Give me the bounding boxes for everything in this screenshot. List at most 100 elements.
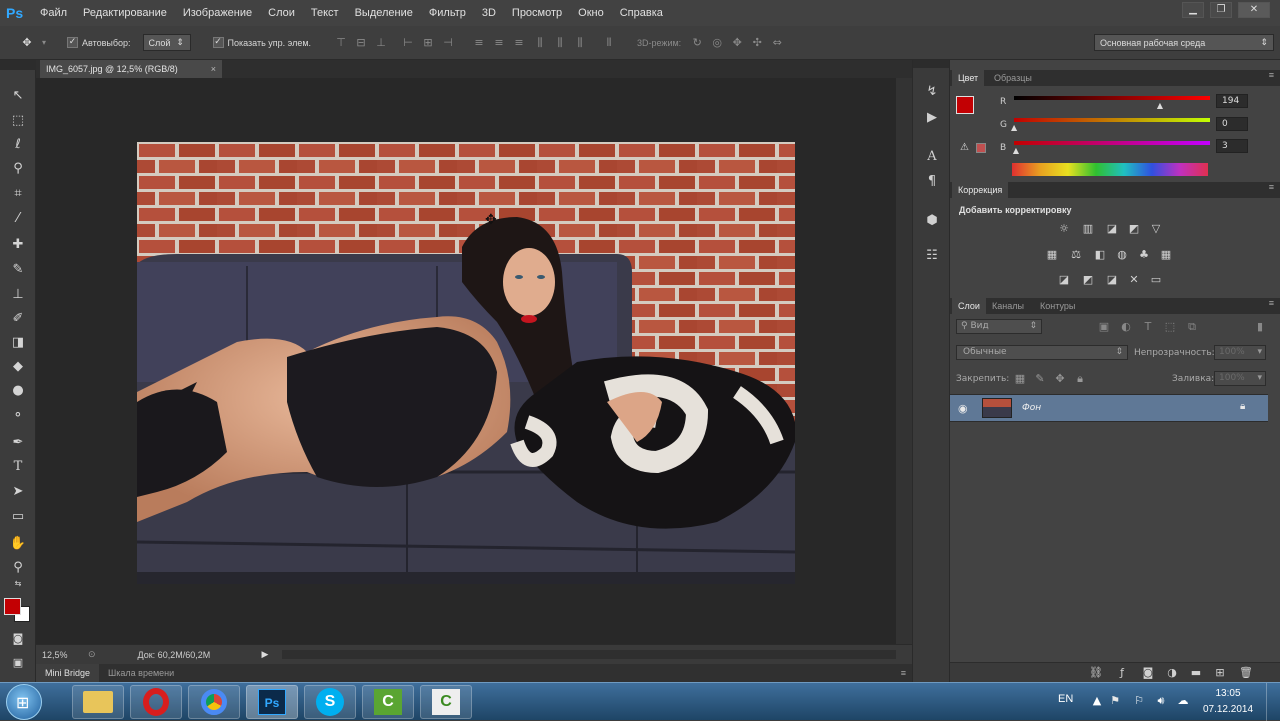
align-right-icon[interactable]: ⊣ — [441, 36, 455, 50]
hand-tool-icon[interactable]: ✋ — [6, 533, 30, 555]
align-vcenter-icon[interactable]: ⊟ — [354, 36, 368, 50]
filter-toggle-icon[interactable]: ▮ — [1252, 320, 1268, 334]
filter-shape-icon[interactable]: ⬚ — [1162, 320, 1178, 334]
canvas-area[interactable]: ✥ — [36, 78, 896, 644]
swap-colors-icon[interactable]: ⇆ — [6, 578, 30, 590]
scale-3d-icon[interactable]: ⇔ — [770, 36, 784, 50]
clock-date[interactable]: 07.12.2014 — [1202, 704, 1254, 715]
slide-3d-icon[interactable]: ✣ — [750, 36, 764, 50]
properties-icon[interactable]: ☷ — [922, 246, 942, 266]
channel-g-handle[interactable]: ▲ — [1011, 123, 1017, 132]
move-tool-preset-icon[interactable]: ✥ — [20, 36, 34, 50]
filter-adjustment-icon[interactable]: ◐ — [1118, 320, 1134, 334]
show-desktop-button[interactable] — [1266, 683, 1280, 721]
lock-pixels-icon[interactable]: ✎ — [1032, 372, 1048, 386]
distribute-hcenter-icon[interactable]: ⫼ — [553, 36, 567, 50]
distribute-top-icon[interactable]: ≡ — [472, 36, 486, 50]
taskbar-camtasia-2[interactable]: C — [420, 685, 472, 719]
delete-layer-icon[interactable]: 🗑︎ — [1238, 666, 1254, 680]
roll-3d-icon[interactable]: ◎ — [710, 36, 724, 50]
hue-saturation-icon[interactable]: ▦ — [1044, 248, 1060, 262]
menu-type[interactable]: Текст — [303, 7, 347, 19]
pan-3d-icon[interactable]: ✥ — [730, 36, 744, 50]
dodge-tool-icon[interactable]: ⚬ — [6, 405, 30, 427]
channel-r-slider[interactable] — [1014, 96, 1210, 100]
canvas-horizontal-scrollbar[interactable] — [282, 650, 896, 659]
distribute-left-icon[interactable]: ⫼ — [533, 36, 547, 50]
toolbar-grip[interactable] — [0, 60, 36, 70]
menu-3d[interactable]: 3D — [474, 7, 504, 19]
status-menu-icon[interactable]: ⊙ — [88, 649, 96, 660]
foreground-color-swatch[interactable] — [4, 598, 21, 615]
menu-view[interactable]: Просмотр — [504, 7, 570, 19]
screen-mode-icon[interactable]: ▣ — [6, 652, 30, 674]
tab-channels[interactable]: Каналы — [986, 298, 1030, 314]
tray-expand-icon[interactable]: ▲ — [1090, 694, 1104, 708]
status-arrow-icon[interactable]: ▶ — [262, 649, 269, 660]
lasso-tool-icon[interactable]: ℓ — [6, 134, 30, 156]
document-photo[interactable]: ✥ — [137, 142, 795, 584]
start-button[interactable]: ⊞ — [6, 684, 42, 720]
menu-filter[interactable]: Фильтр — [421, 7, 474, 19]
exposure-icon[interactable]: ◩ — [1126, 222, 1142, 236]
align-left-icon[interactable]: ⊢ — [401, 36, 415, 50]
color-lookup-icon[interactable]: ▦ — [1158, 248, 1174, 262]
dock-grip[interactable] — [913, 60, 949, 68]
history-icon[interactable]: ↯ — [922, 82, 942, 102]
channel-b-slider[interactable] — [1014, 141, 1210, 145]
type-tool-icon[interactable]: T — [6, 456, 30, 478]
pen-tool-icon[interactable]: ✒ — [6, 432, 30, 454]
add-mask-icon[interactable]: ◙ — [1140, 666, 1156, 680]
taskbar-opera[interactable] — [130, 685, 182, 719]
volume-icon[interactable]: 🔊︎ — [1154, 694, 1168, 708]
taskbar-explorer[interactable] — [72, 685, 124, 719]
path-select-tool-icon[interactable]: ➤ — [6, 481, 30, 503]
distribute-right-icon[interactable]: ⫼ — [573, 36, 587, 50]
layer-filter-dropdown[interactable]: ⚲ Вид ⇕ — [956, 319, 1042, 334]
eraser-tool-icon[interactable]: ◨ — [6, 332, 30, 354]
taskbar-chrome[interactable] — [188, 685, 240, 719]
gamut-warning-icon[interactable]: ⚠ — [960, 142, 969, 153]
network-warning-icon[interactable]: ⚑ — [1108, 694, 1122, 708]
tab-layers[interactable]: Слои — [952, 298, 986, 314]
panel-menu-icon[interactable]: ≡ — [1269, 298, 1274, 308]
filter-pixel-icon[interactable]: ▣ — [1096, 320, 1112, 334]
clone-stamp-tool-icon[interactable]: ⊥ — [6, 284, 30, 306]
brush-tool-icon[interactable]: ✎ — [6, 259, 30, 281]
auto-align-icon[interactable]: ⫴ — [602, 36, 616, 50]
menu-help[interactable]: Справка — [612, 7, 671, 19]
invert-icon[interactable]: ◪ — [1056, 273, 1072, 287]
eyedropper-tool-icon[interactable]: ⁄ — [6, 208, 30, 230]
maximize-button[interactable]: ❐ — [1210, 2, 1232, 18]
tab-color[interactable]: Цвет — [952, 70, 985, 86]
character-icon[interactable]: A — [922, 147, 942, 167]
history-brush-tool-icon[interactable]: ✐ — [6, 308, 30, 330]
channel-g-value[interactable]: 0 — [1216, 117, 1248, 131]
panel-menu-icon[interactable]: ≡ — [1269, 182, 1274, 192]
levels-icon[interactable]: ▥ — [1080, 222, 1096, 236]
taskbar-camtasia-1[interactable]: C — [362, 685, 414, 719]
menu-window[interactable]: Окно — [570, 7, 612, 19]
color-spectrum-bar[interactable] — [1012, 163, 1208, 176]
menu-image[interactable]: Изображение — [175, 7, 260, 19]
lock-transparent-icon[interactable]: ▦ — [1012, 372, 1028, 386]
align-hcenter-icon[interactable]: ⊞ — [421, 36, 435, 50]
layer-name[interactable]: Фон — [1022, 403, 1041, 413]
tab-swatches[interactable]: Образцы — [988, 70, 1038, 86]
minimize-button[interactable]: ▁ — [1182, 2, 1204, 18]
close-button[interactable]: ✕ — [1238, 2, 1270, 18]
filter-type-icon[interactable]: T — [1140, 320, 1156, 334]
workspace-dropdown[interactable]: Основная рабочая среда ⇕ — [1094, 34, 1274, 51]
align-bottom-icon[interactable]: ⊥ — [374, 36, 388, 50]
channel-r-handle[interactable]: ▲ — [1157, 101, 1163, 110]
brightness-contrast-icon[interactable]: ☼ — [1056, 222, 1072, 236]
paragraph-icon[interactable]: ¶ — [922, 172, 942, 192]
quick-select-tool-icon[interactable]: ⚲ — [6, 158, 30, 180]
quick-mask-icon[interactable]: ◙ — [6, 628, 30, 650]
flag-icon[interactable]: ⚐ — [1132, 694, 1146, 708]
channel-b-value[interactable]: 3 — [1216, 139, 1248, 153]
black-white-icon[interactable]: ◧ — [1092, 248, 1108, 262]
distribute-vcenter-icon[interactable]: ≡ — [492, 36, 506, 50]
threshold-icon[interactable]: ◪ — [1104, 273, 1120, 287]
tab-adjustments[interactable]: Коррекция — [952, 182, 1009, 198]
